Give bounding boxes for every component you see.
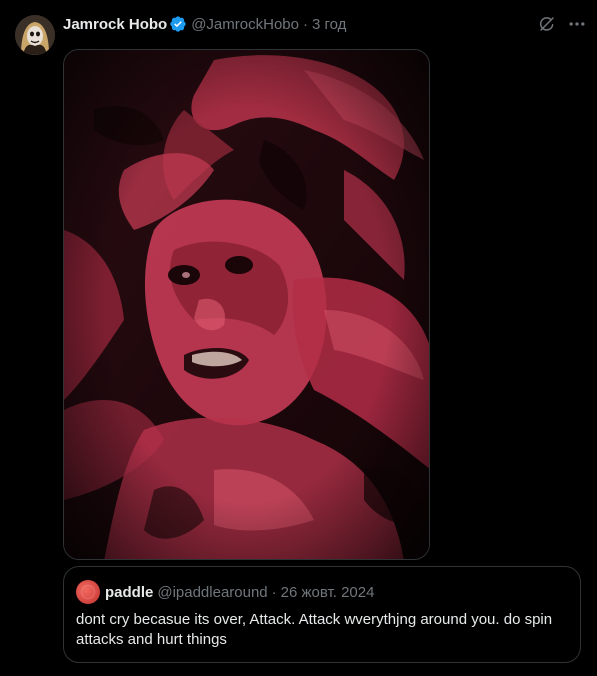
verified-badge-icon[interactable] — [169, 15, 187, 33]
quoted-author-name[interactable]: paddle — [105, 584, 153, 601]
author-handle[interactable]: @JamrockHobo — [191, 16, 299, 33]
quoted-post-date[interactable]: 26 жовт. 2024 — [281, 584, 375, 601]
avatar-image — [15, 15, 55, 55]
quoted-post[interactable]: paddle @ipaddlearound · 26 жовт. 2024 do… — [63, 566, 581, 663]
header-actions — [535, 12, 589, 36]
author-name[interactable]: Jamrock Hobo — [63, 16, 167, 33]
more-options-icon[interactable] — [565, 12, 589, 36]
quoted-separator: · — [271, 583, 277, 601]
grok-icon[interactable] — [535, 12, 559, 36]
quoted-post-header: paddle @ipaddlearound · 26 жовт. 2024 — [76, 580, 374, 604]
quoted-post-text: dont cry becasue its over, Attack. Attac… — [76, 611, 553, 648]
post-media-image[interactable] — [63, 49, 430, 560]
quoted-author-avatar[interactable] — [76, 580, 100, 604]
painting-image — [64, 50, 429, 559]
post-header: Jamrock Hobo @JamrockHobo · 3 год — [63, 14, 346, 34]
header-separator: · — [302, 15, 308, 33]
quoted-author-handle[interactable]: @ipaddlearound — [157, 584, 267, 601]
post-timestamp[interactable]: 3 год — [312, 16, 346, 33]
author-avatar[interactable] — [15, 15, 55, 55]
